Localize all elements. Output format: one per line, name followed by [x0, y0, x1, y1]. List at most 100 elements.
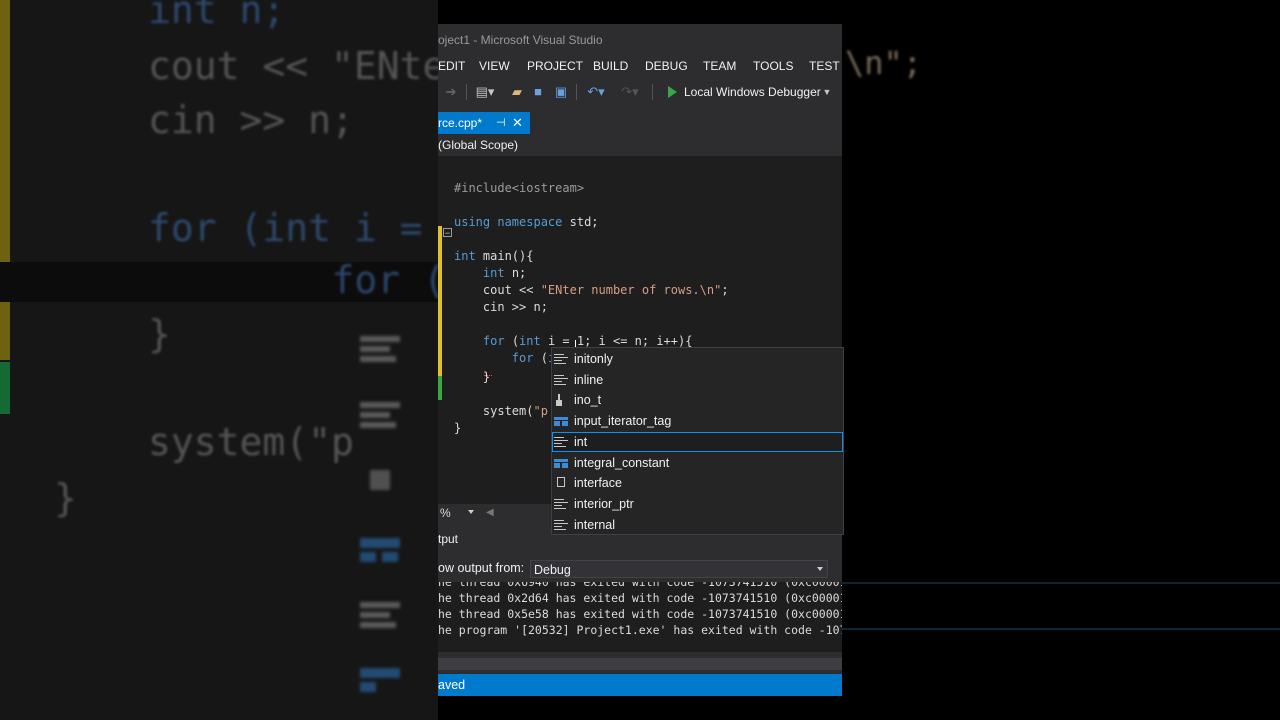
- menu-build[interactable]: BUILD: [593, 56, 628, 76]
- menu-team[interactable]: TEAM: [703, 56, 736, 76]
- backdrop-code-line: }: [148, 312, 171, 356]
- keyword-icon: [554, 518, 568, 531]
- scope-dropdown[interactable]: (Global Scope): [438, 138, 518, 152]
- backdrop-code-line: cin >> n;: [148, 98, 354, 142]
- pin-icon[interactable]: ⊣: [496, 112, 506, 134]
- output-source-select[interactable]: Debug: [530, 560, 828, 578]
- output-line: he thread 0x5e58 has exited with code -1…: [438, 607, 842, 621]
- output-text-area[interactable]: he thread 0x6940 has exited with code -1…: [438, 582, 842, 652]
- close-icon[interactable]: ✕: [512, 112, 523, 134]
- code-token: (: [504, 334, 520, 348]
- collapse-icon[interactable]: −: [443, 228, 452, 238]
- code-token: (: [533, 351, 548, 365]
- output-horizontal-scrollbar[interactable]: [438, 658, 842, 670]
- type-icon: [557, 477, 565, 488]
- redo-icon[interactable]: ↷▾: [616, 83, 644, 101]
- tab-source-cpp[interactable]: rce.cpp* ⊣ ✕: [438, 112, 530, 134]
- output-line: he thread 0x6940 has exited with code -1…: [438, 582, 842, 589]
- code-token: }: [454, 421, 462, 435]
- changed-lines-margin: [438, 226, 442, 376]
- status-text: aved: [438, 678, 466, 692]
- local-windows-debugger-button[interactable]: Local Windows Debugger: [684, 83, 821, 101]
- menu-debug[interactable]: DEBUG: [645, 56, 688, 76]
- code-token: "p: [533, 404, 548, 418]
- completion-label: internal: [574, 517, 615, 532]
- intellisense-list[interactable]: initonly inline ino_t input_iterator_tagint…: [551, 347, 844, 535]
- code-token: cin >> n;: [454, 300, 548, 314]
- document-tab-strip: rce.cpp* ⊣ ✕: [438, 108, 842, 136]
- code-line: using namespace std;: [454, 214, 599, 231]
- start-debugging-icon[interactable]: [668, 86, 677, 98]
- backdrop-struct-icon: [360, 534, 408, 564]
- output-panel: tput ow output from: Debug he thread 0x6…: [438, 530, 842, 696]
- save-icon[interactable]: ■: [530, 83, 546, 101]
- code-line: }: [454, 420, 461, 437]
- completion-item[interactable]: integral_constant: [552, 453, 843, 473]
- toolbar-separator: [466, 84, 467, 100]
- code-token: ;: [721, 283, 729, 297]
- menu-bar: EDIT VIEW PROJECT BUILD DEBUG TEAM TOOLS…: [438, 56, 842, 76]
- backdrop-output-highlight: [842, 582, 1280, 630]
- completion-item[interactable]: interface: [552, 473, 843, 493]
- code-token: int: [519, 334, 541, 348]
- menu-tools[interactable]: TOOLS: [753, 56, 793, 76]
- completion-label: interior_ptr: [574, 496, 634, 511]
- zoom-dropdown-icon[interactable]: [468, 510, 474, 514]
- backdrop-saved-margin: [0, 362, 10, 414]
- code-token: for: [482, 334, 505, 348]
- menu-edit[interactable]: EDIT: [438, 56, 465, 76]
- struct-icon: [554, 456, 568, 469]
- debugger-dropdown-icon[interactable]: ▼: [822, 83, 832, 101]
- new-project-icon[interactable]: ▤▾: [474, 83, 496, 101]
- code-line: #include<iostream>: [454, 180, 584, 197]
- code-line: int n;: [454, 265, 526, 282]
- output-panel-title: tput: [438, 532, 459, 546]
- error-squiggle: [484, 372, 492, 376]
- backdrop-right-code: \n";: [845, 44, 923, 82]
- code-token: <iostream>: [511, 181, 585, 195]
- completion-item[interactable]: internal: [552, 515, 843, 534]
- completion-item[interactable]: interior_ptr: [552, 494, 843, 514]
- backdrop-code-line: system("p: [148, 420, 354, 464]
- completion-item[interactable]: ino_t: [552, 390, 843, 410]
- completion-label: input_iterator_tag: [574, 414, 672, 429]
- keyword-icon: [554, 373, 568, 386]
- saved-lines-margin: [438, 376, 442, 400]
- window-title: oject1 - Microsoft Visual Studio: [438, 24, 842, 56]
- show-output-from-label: ow output from:: [438, 561, 525, 575]
- backdrop-code-line: }: [54, 476, 77, 520]
- save-all-icon[interactable]: ▣: [552, 83, 570, 101]
- status-bar: aved: [438, 674, 842, 696]
- completion-item[interactable]: int: [552, 431, 843, 452]
- background-zoom-left: int n; cout << "ENte cin >> n; for (int i =…: [0, 0, 438, 720]
- typedef-icon: [554, 394, 568, 407]
- code-token: using: [454, 215, 491, 229]
- horizontal-scroll-left-icon[interactable]: ◀: [486, 508, 546, 518]
- code-token: namespace: [497, 215, 563, 229]
- zoom-level[interactable]: %: [440, 504, 451, 522]
- undo-icon[interactable]: ↶▾: [582, 83, 610, 101]
- code-token: n;: [504, 266, 527, 280]
- navigate-forward-icon[interactable]: ➔: [444, 83, 458, 101]
- output-line: he thread 0x2d64 has exited with code -1…: [438, 591, 842, 605]
- menu-view[interactable]: VIEW: [479, 56, 510, 76]
- completion-item[interactable]: input_iterator_tag: [552, 411, 843, 431]
- code-token: int: [482, 266, 505, 280]
- keyword-icon: [554, 353, 568, 365]
- code-line: int main(){: [454, 248, 533, 265]
- completion-item[interactable]: inline: [552, 370, 843, 390]
- backdrop-typedef-icon: [360, 466, 408, 496]
- completion-label: int: [574, 434, 588, 449]
- backdrop-change-margin: [0, 0, 10, 360]
- open-file-icon[interactable]: ▰: [508, 83, 526, 101]
- standard-toolbar: ➔ ▤▾ ▰ ■ ▣ ↶▾ ↷▾ Local Windows Debugger …: [438, 78, 842, 106]
- code-token: system(: [454, 404, 534, 418]
- completion-item[interactable]: initonly: [552, 349, 843, 369]
- code-token: cout <<: [454, 283, 541, 297]
- menu-project[interactable]: PROJECT: [527, 56, 583, 76]
- backdrop-keyword-icon: [360, 332, 408, 362]
- menu-test[interactable]: TEST: [809, 56, 840, 76]
- output-line: he program '[20532] Project1.exe' has ex…: [438, 623, 842, 637]
